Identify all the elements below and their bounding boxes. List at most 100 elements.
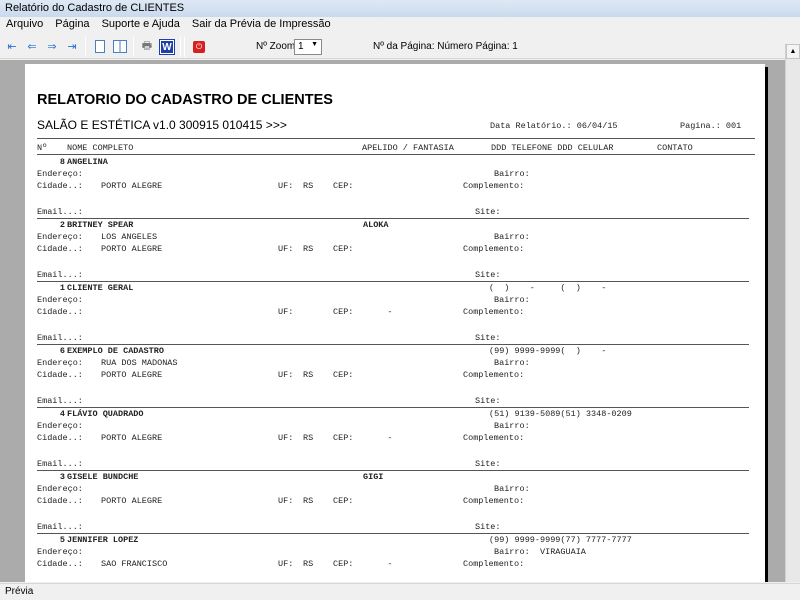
- status-bar: Prévia: [0, 583, 800, 600]
- record-phones: (51) 9139-5089(51) 3348-0209: [489, 409, 632, 419]
- col-name: NOME COMPLETO: [67, 143, 134, 153]
- complemento-label: Complemento:: [463, 496, 525, 506]
- vertical-scrollbar[interactable]: ▲: [785, 44, 800, 582]
- cep-label: CEP:: [333, 307, 354, 317]
- uf-label: UF:: [278, 433, 294, 443]
- cep-label: CEP:: [333, 559, 354, 569]
- record-uf: RS: [303, 559, 314, 569]
- zoom-select[interactable]: 1 ▼: [294, 39, 322, 55]
- report-date: Data Relatório.: 06/04/15: [490, 121, 618, 131]
- record-row: 4 FLÁVIO QUADRADO (51) 9139-5089(51) 334…: [25, 409, 765, 472]
- record-name: BRITNEY SPEAR: [67, 220, 134, 230]
- record-cidade: SAO FRANCISCO: [101, 559, 168, 569]
- bairro-label: Bairro:: [494, 484, 530, 494]
- record-phones: (99) 9999-9999( ) -: [489, 346, 607, 356]
- uf-label: UF:: [278, 496, 294, 506]
- uf-label: UF:: [278, 370, 294, 380]
- record-cidade: PORTO ALEGRE: [101, 244, 163, 254]
- menu-suporte[interactable]: Suporte e Ajuda: [102, 18, 180, 32]
- record-row: 6 EXEMPLO DE CADASTRO (99) 9999-9999( ) …: [25, 346, 765, 409]
- record-endereco: RUA DOS MADONAS: [101, 358, 178, 368]
- endereco-label: Endereço:: [37, 232, 83, 242]
- record-num: 2: [59, 220, 65, 230]
- endereco-label: Endereço:: [37, 421, 83, 431]
- record-num: 8: [59, 157, 65, 167]
- next-page-icon[interactable]: ⇒: [44, 39, 60, 54]
- cidade-label: Cidade..:: [37, 433, 83, 443]
- report-subtitle: SALÃO E ESTÉTICA v1.0 300915 010415 >>>: [37, 118, 287, 132]
- cidade-label: Cidade..:: [37, 244, 83, 254]
- site-label: Site:: [475, 270, 501, 280]
- email-label: Email...:: [37, 333, 83, 343]
- record-name: JENNIFER LOPEZ: [67, 535, 139, 545]
- zoom-label: Nº Zoom: [256, 41, 296, 52]
- complemento-label: Complemento:: [463, 559, 525, 569]
- complemento-label: Complemento:: [463, 244, 525, 254]
- record-cep: -: [367, 433, 393, 443]
- record-cidade: PORTO ALEGRE: [101, 370, 163, 380]
- first-page-icon[interactable]: ⇤: [4, 39, 20, 54]
- record-phones: ( ) - ( ) -: [489, 283, 607, 293]
- email-label: Email...:: [37, 270, 83, 280]
- record-apelido: ALOKA: [363, 220, 389, 230]
- record-apelido: GIGI: [363, 472, 384, 482]
- word-export-icon[interactable]: W: [159, 38, 175, 55]
- uf-label: UF:: [278, 244, 294, 254]
- site-label: Site:: [475, 396, 501, 406]
- cep-label: CEP:: [333, 370, 354, 380]
- site-label: Site:: [475, 333, 501, 343]
- col-contato: CONTATO: [657, 143, 693, 153]
- endereco-label: Endereço:: [37, 169, 83, 179]
- single-page-icon[interactable]: [92, 39, 108, 54]
- uf-label: UF:: [278, 181, 294, 191]
- record-cidade: PORTO ALEGRE: [101, 496, 163, 506]
- cidade-label: Cidade..:: [37, 559, 83, 569]
- report-page: RELATORIO DO CADASTRO DE CLIENTES SALÃO …: [25, 64, 765, 582]
- record-phones: (99) 9999-9999(77) 7777-7777: [489, 535, 632, 545]
- cidade-label: Cidade..:: [37, 496, 83, 506]
- menu-arquivo[interactable]: Arquivo: [6, 18, 43, 32]
- menu-sair-previa[interactable]: Sair da Prévia de Impressão: [192, 18, 331, 32]
- uf-label: UF:: [278, 559, 294, 569]
- record-cep: -: [367, 559, 393, 569]
- record-num: 3: [59, 472, 65, 482]
- bairro-label: Bairro:: [494, 295, 530, 305]
- print-icon[interactable]: 🖶: [139, 39, 155, 54]
- record-num: 4: [59, 409, 65, 419]
- record-num: 6: [59, 346, 65, 356]
- bairro-label: Bairro:: [494, 547, 530, 557]
- page-number-label: Nº da Página: Número Página: 1: [373, 41, 518, 52]
- endereco-label: Endereço:: [37, 295, 83, 305]
- record-num: 5: [59, 535, 65, 545]
- email-label: Email...:: [37, 207, 83, 217]
- record-name: ANGELINA: [67, 157, 108, 167]
- record-name: EXEMPLO DE CADASTRO: [67, 346, 164, 356]
- record-row: 8 ANGELINA Endereço: Bairro: Cidade..: P…: [25, 157, 765, 220]
- record-row: 3 GISELE BUNDCHE GIGI Endereço: Bairro: …: [25, 472, 765, 535]
- chevron-down-icon: ▼: [311, 41, 318, 48]
- two-pages-icon[interactable]: [112, 39, 128, 54]
- bairro-label: Bairro:: [494, 421, 530, 431]
- record-endereco: LOS ANGELES: [101, 232, 158, 242]
- bairro-label: Bairro:: [494, 358, 530, 368]
- prev-page-icon[interactable]: ⇐: [24, 39, 40, 54]
- record-row: 5 JENNIFER LOPEZ (99) 9999-9999(77) 7777…: [25, 535, 765, 582]
- menu-pagina[interactable]: Página: [55, 18, 89, 32]
- record-cidade: PORTO ALEGRE: [101, 181, 163, 191]
- close-preview-icon[interactable]: ⏻: [191, 39, 207, 54]
- report-title: RELATORIO DO CADASTRO DE CLIENTES: [37, 92, 333, 108]
- record-uf: RS: [303, 496, 314, 506]
- record-name: CLIENTE GERAL: [67, 283, 134, 293]
- preview-area: RELATORIO DO CADASTRO DE CLIENTES SALÃO …: [0, 60, 785, 582]
- record-uf: RS: [303, 433, 314, 443]
- record-row: 2 BRITNEY SPEAR ALOKA Endereço: LOS ANGE…: [25, 220, 765, 283]
- scroll-up-icon[interactable]: ▲: [786, 44, 800, 59]
- window-title: Relatório do Cadastro de CLIENTES: [0, 0, 800, 17]
- cep-label: CEP:: [333, 181, 354, 191]
- cidade-label: Cidade..:: [37, 307, 83, 317]
- record-uf: RS: [303, 244, 314, 254]
- endereco-label: Endereço:: [37, 358, 83, 368]
- menu-bar: Arquivo Página Suporte e Ajuda Sair da P…: [0, 17, 800, 33]
- last-page-icon[interactable]: ⇥: [64, 39, 80, 54]
- record-uf: RS: [303, 181, 314, 191]
